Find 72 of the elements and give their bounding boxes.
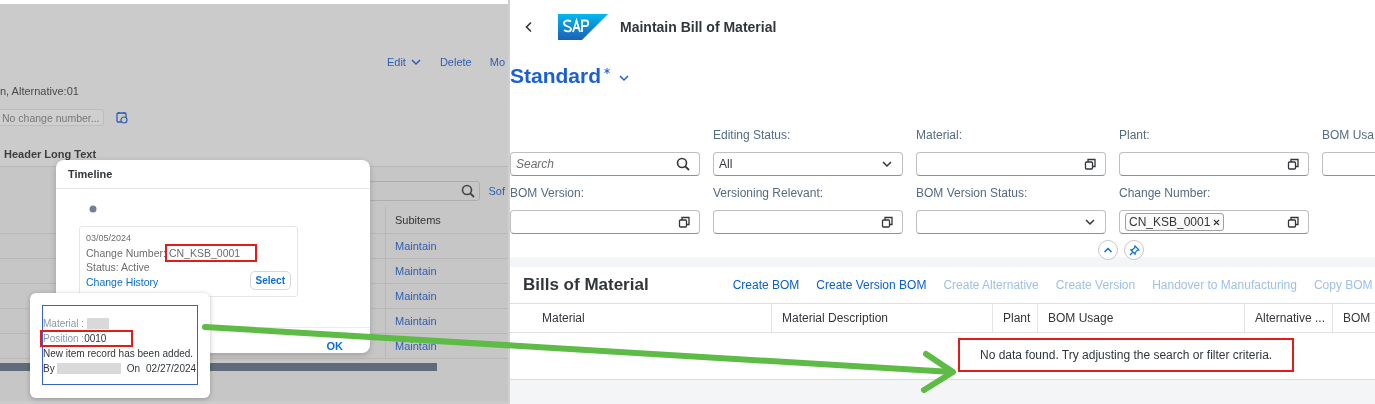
toolbar-button[interactable]: Create Version BOM xyxy=(816,278,927,292)
table-title: Bills of Material xyxy=(522,275,649,295)
field-label: Change Number: xyxy=(1119,186,1212,202)
value-help-icon xyxy=(1084,158,1096,170)
field-label: Material: xyxy=(916,128,963,144)
input-field[interactable] xyxy=(1119,152,1309,176)
field-value: CN_KSB_0001 xyxy=(167,247,255,259)
caret-icon xyxy=(618,72,630,84)
field-label: Change Number: xyxy=(86,247,166,259)
field-label: BOM Version Status: xyxy=(916,186,1029,202)
redaction-block xyxy=(56,363,121,374)
input-field[interactable] xyxy=(713,210,903,234)
dropdown-field[interactable] xyxy=(916,210,1106,234)
menu-button[interactable]: Edit xyxy=(386,55,422,69)
highlight-box: Position :0010 xyxy=(43,333,131,344)
field-label: Versioning Relevant: xyxy=(713,186,825,202)
message-text: New item record has been added. xyxy=(43,347,195,361)
toolbar-link[interactable]: Sof xyxy=(488,185,505,197)
ok-button[interactable]: OK xyxy=(326,340,343,352)
column-header: BOM xyxy=(1332,304,1375,332)
section-tab[interactable]: Header Long Text xyxy=(0,148,508,160)
column-header: Alternative ... xyxy=(1244,304,1332,332)
column-header: Material xyxy=(541,310,586,327)
select-button[interactable]: Select xyxy=(249,271,291,290)
value-help-icon xyxy=(678,216,690,228)
chevron-up-icon xyxy=(1103,246,1113,254)
field-label: Material : xyxy=(43,318,85,329)
caret-icon xyxy=(881,158,893,170)
input-field[interactable]: CN_KSB_0001 xyxy=(1119,210,1309,234)
variant-selector[interactable]: Standard xyxy=(510,64,630,88)
field-label: Plant: xyxy=(1119,128,1151,144)
field-label: BOM Version: xyxy=(510,186,586,202)
caret-icon xyxy=(1084,216,1096,228)
redaction-block xyxy=(87,318,110,329)
search-field[interactable]: Search xyxy=(510,152,700,176)
input-field[interactable] xyxy=(510,210,700,234)
search-icon xyxy=(461,184,476,198)
app-title: Maintain Bill of Material xyxy=(620,19,777,35)
dropdown-field[interactable]: All xyxy=(713,152,903,176)
timeline-dot-icon xyxy=(89,205,97,213)
dialog-title: Timeline xyxy=(56,160,370,189)
column-header: BOM Usage xyxy=(1037,304,1244,332)
empty-message: No data found. Try adjusting the search or filter criteria. xyxy=(960,340,1293,370)
pin-icon xyxy=(1128,244,1140,256)
input-field[interactable] xyxy=(916,152,1106,176)
field-label: By xyxy=(43,363,55,374)
caret-icon xyxy=(409,56,422,68)
date-text: 02/27/2024 xyxy=(146,363,197,374)
calendar-icon xyxy=(116,111,129,124)
toolbar-button[interactable]: Create BOM xyxy=(732,278,800,292)
value-help-icon xyxy=(881,216,893,228)
date-text: 03/05/2024 xyxy=(86,233,133,243)
column-header: Plant xyxy=(992,304,1037,332)
change-number-field[interactable]: No change number... xyxy=(0,109,105,126)
status-text: Status: Active xyxy=(86,260,151,274)
close-icon xyxy=(1213,218,1221,226)
field-label: On xyxy=(126,363,140,374)
value-help-icon xyxy=(1287,158,1299,170)
token-chip[interactable]: CN_KSB_0001 xyxy=(1125,213,1225,231)
value-help-icon xyxy=(1287,216,1299,228)
logo-icon xyxy=(558,14,608,40)
collapse-button[interactable] xyxy=(1098,240,1118,260)
change-history-link[interactable]: Change History xyxy=(86,276,159,288)
pin-button[interactable] xyxy=(1124,240,1144,260)
column-header: Material Description xyxy=(771,304,992,332)
search-icon xyxy=(676,157,690,171)
field-label: Editing Status: xyxy=(713,128,792,144)
field-label: BOM Usa xyxy=(1322,128,1375,144)
toolbar-link[interactable]: Mo xyxy=(489,55,505,69)
subtitle-text: n, Alternative:01 xyxy=(0,85,80,97)
toolbar-link[interactable]: Delete xyxy=(439,55,472,69)
back-icon xyxy=(524,21,534,33)
